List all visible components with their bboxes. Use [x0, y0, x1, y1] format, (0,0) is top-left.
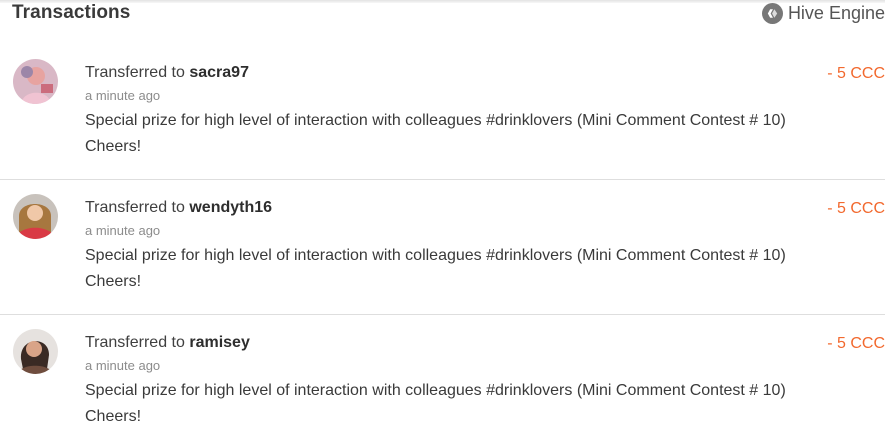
transaction-prefix: Transferred to [85, 334, 185, 351]
transaction-amount: - 5 CCC [827, 200, 885, 217]
avatar[interactable] [13, 194, 58, 239]
memo-line: Cheers! [85, 408, 142, 425]
panel-title: Transactions [12, 2, 131, 23]
transaction-title: Transferred to sacra97 [85, 62, 825, 84]
transaction-title: Transferred to wendyth16 [85, 197, 825, 219]
transactions-header: Transactions Hive Engine [0, 2, 885, 28]
hive-engine-link[interactable]: Hive Engine [761, 3, 885, 24]
memo-line: Special prize for high level of interact… [85, 247, 786, 264]
avatar[interactable] [13, 329, 58, 374]
transaction-prefix: Transferred to [85, 199, 185, 216]
transaction-memo: Special prize for high level of interact… [85, 378, 825, 430]
transaction-title: Transferred to ramisey [85, 332, 825, 354]
transaction-details: Transferred to sacra97 a minute ago Spec… [85, 62, 825, 160]
transaction-details: Transferred to ramisey a minute ago Spec… [85, 332, 825, 430]
transaction-list: Transferred to sacra97 a minute ago Spec… [0, 45, 885, 442]
transaction-prefix: Transferred to [85, 64, 185, 81]
transaction-time: a minute ago [85, 223, 161, 238]
memo-line: Special prize for high level of interact… [85, 112, 786, 129]
transaction-item: Transferred to sacra97 a minute ago Spec… [0, 45, 885, 180]
avatar[interactable] [13, 59, 58, 104]
transactions-panel: Transactions Hive Engine Transferred to … [0, 0, 885, 442]
memo-line: Special prize for high level of interact… [85, 382, 786, 399]
transaction-time: a minute ago [85, 358, 161, 373]
memo-line: Cheers! [85, 138, 142, 155]
recipient-username[interactable]: ramisey [189, 334, 250, 351]
transaction-item: Transferred to ramisey a minute ago Spec… [0, 315, 885, 442]
memo-line: Cheers! [85, 273, 142, 290]
recipient-username[interactable]: sacra97 [189, 64, 249, 81]
hive-engine-label: Hive Engine [787, 3, 885, 23]
transaction-item: Transferred to wendyth16 a minute ago Sp… [0, 180, 885, 315]
transaction-details: Transferred to wendyth16 a minute ago Sp… [85, 197, 825, 295]
recipient-username[interactable]: wendyth16 [189, 199, 272, 216]
transaction-memo: Special prize for high level of interact… [85, 108, 825, 160]
hive-engine-icon [761, 3, 783, 24]
transaction-amount: - 5 CCC [827, 335, 885, 352]
transaction-memo: Special prize for high level of interact… [85, 243, 825, 295]
transaction-time: a minute ago [85, 88, 161, 103]
transaction-amount: - 5 CCC [827, 65, 885, 82]
